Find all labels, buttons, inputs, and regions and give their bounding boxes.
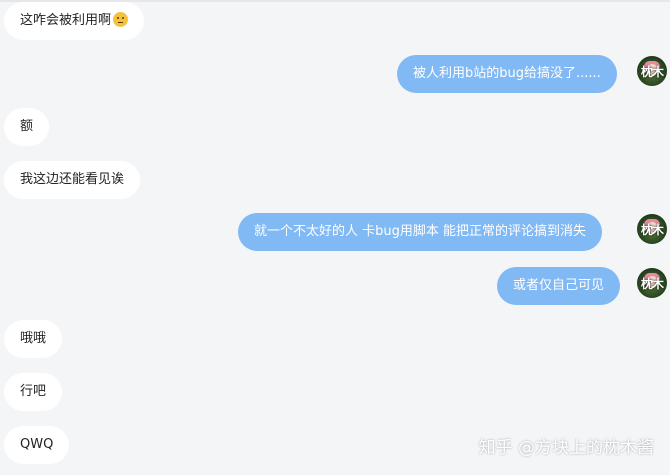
- thinking-face-icon: [113, 12, 129, 27]
- avatar-label: 枕木: [640, 277, 664, 291]
- message-bubble-incoming: 额: [4, 108, 50, 146]
- message-bubble-incoming: 行吧: [4, 373, 63, 411]
- message-text: QWQ: [20, 437, 54, 452]
- message-bubble-incoming: 这咋会被利用啊: [4, 2, 145, 40]
- message-text: 行吧: [20, 384, 47, 399]
- avatar[interactable]: 枕木: [637, 268, 667, 298]
- message-text: 我这边还能看见诶: [20, 172, 125, 187]
- zhihu-watermark: 知乎 @方块上的枕木酱: [478, 438, 654, 458]
- message-text: 或者仅自己可见: [513, 278, 605, 293]
- avatar[interactable]: 枕木: [637, 214, 667, 244]
- message-bubble-outgoing: 或者仅自己可见: [497, 267, 621, 305]
- message-bubble-incoming: 哦哦: [4, 320, 63, 358]
- avatar-label: 枕木: [640, 65, 664, 79]
- message-bubble-incoming: 我这边还能看见诶: [4, 161, 141, 199]
- message-text: 就一个不太好的人 卡bug用脚本 能把正常的评论搞到消失: [254, 224, 587, 239]
- message-bubble-outgoing: 就一个不太好的人 卡bug用脚本 能把正常的评论搞到消失: [238, 213, 603, 251]
- message-text: 这咋会被利用啊: [20, 13, 112, 28]
- message-text: 哦哦: [20, 331, 47, 346]
- message-text: 额: [20, 119, 34, 134]
- message-bubble-incoming: QWQ: [4, 426, 70, 464]
- avatar-label: 枕木: [640, 223, 664, 237]
- message-text: 被人利用b站的bug给搞没了......: [413, 66, 601, 81]
- avatar[interactable]: 枕木: [637, 56, 667, 86]
- message-bubble-outgoing: 被人利用b站的bug给搞没了......: [397, 55, 617, 93]
